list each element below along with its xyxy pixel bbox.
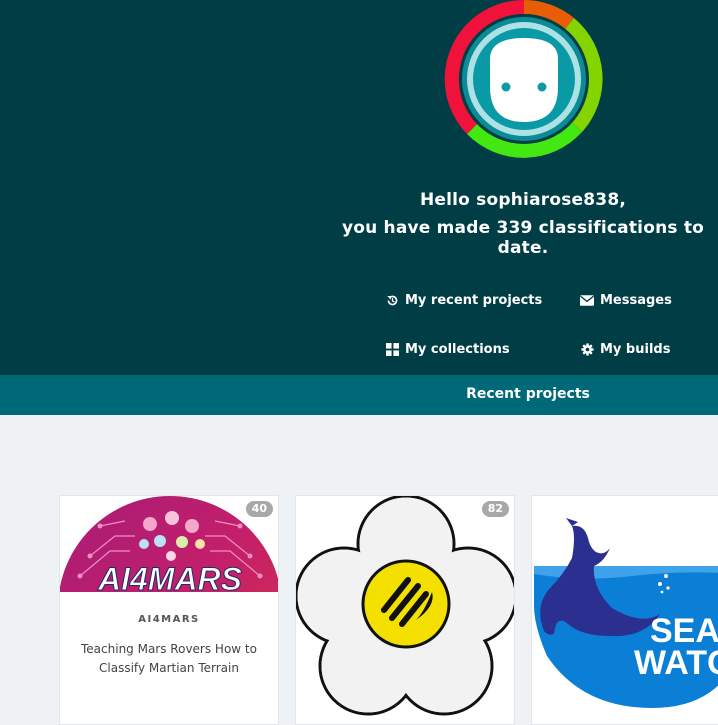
project-card-2[interactable]: 82: [295, 495, 515, 725]
grid-icon: [386, 343, 399, 356]
project-card-image: [296, 496, 514, 724]
my-builds-label: My builds: [600, 342, 671, 357]
history-icon: [387, 295, 398, 306]
project-count-badge: 82: [481, 501, 509, 517]
user-avatar[interactable]: [443, 0, 605, 160]
seal-watch-logo-image: SEAL WATCH: [532, 496, 718, 724]
seal-watch-logo-text-2: WATCH: [634, 644, 718, 682]
envelope-icon: [580, 295, 594, 306]
ai4mars-logo-text: AI4MARS: [97, 561, 243, 592]
project-card-image: SEAL WATCH: [532, 496, 718, 724]
messages-label: Messages: [600, 293, 672, 308]
project-card-ai4mars[interactable]: AI4MARS 40 AI4MARS Teaching Mars Rovers …: [59, 495, 279, 725]
project-title: AI4MARS: [138, 614, 200, 625]
recent-projects-bar: Recent projects: [0, 375, 718, 415]
my-collections-label: My collections: [405, 342, 510, 357]
gear-icon: [581, 343, 594, 356]
messages-link[interactable]: Messages: [580, 293, 672, 308]
my-builds-link[interactable]: My builds: [581, 342, 670, 357]
my-recent-projects-label: My recent projects: [405, 293, 543, 308]
profile-hero: Hello sophiarose838, you have made 339 c…: [0, 0, 718, 375]
greeting-text: Hello sophiarose838,: [419, 190, 627, 210]
bee-flower-logo-image: [296, 496, 514, 724]
recent-projects-heading: Recent projects: [466, 386, 590, 402]
project-description: Teaching Mars Rovers How to Classify Mar…: [81, 642, 257, 675]
my-collections-link[interactable]: My collections: [386, 342, 510, 357]
project-card-seal-watch[interactable]: SEAL WATCH: [531, 495, 718, 725]
classification-count-text: you have made 339 classifications to dat…: [341, 218, 705, 258]
project-count-badge: 40: [245, 501, 273, 517]
my-recent-projects-link[interactable]: My recent projects: [386, 293, 542, 308]
